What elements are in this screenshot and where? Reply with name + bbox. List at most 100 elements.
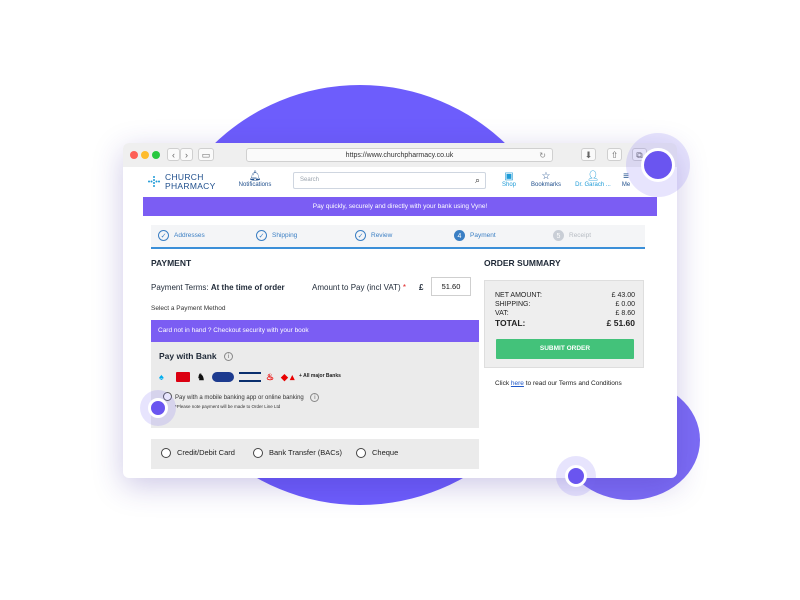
payment-terms-label: Payment Terms: xyxy=(151,283,209,292)
barclays-eagle-icon: ♠ xyxy=(159,372,164,382)
logo-line-2: PHARMACY xyxy=(165,181,216,191)
mobile-banking-label: Pay with a mobile banking app or online … xyxy=(175,395,304,402)
nationwide-logo-icon xyxy=(239,372,261,382)
vat-value: £ 8.60 xyxy=(615,310,635,317)
step-payment[interactable]: 4 Payment xyxy=(454,229,496,242)
url-text: https://www.churchpharmacy.co.uk xyxy=(345,152,454,159)
shop-label: Shop xyxy=(501,182,516,188)
user-icon: 👤︎ xyxy=(586,171,600,182)
payment-note: *Please note payment will be made to Ord… xyxy=(175,404,281,409)
step-label: Receipt xyxy=(569,232,592,239)
info-icon[interactable]: i xyxy=(310,393,320,402)
net-amount-label: NET AMOUNT: xyxy=(495,292,542,299)
amount-label: Amount to Pay (incl VAT) * xyxy=(312,283,406,292)
mobile-banking-option: Pay with a mobile banking app or online … xyxy=(175,393,320,402)
net-amount-row: NET AMOUNT: £ 43.00 xyxy=(495,291,635,300)
step-addresses[interactable]: ✓ Addresses xyxy=(158,229,205,242)
info-icon[interactable]: i xyxy=(224,352,234,362)
order-summary-panel: NET AMOUNT: £ 43.00 SHIPPING: £ 0.00 VAT… xyxy=(484,280,644,368)
back-icon[interactable]: ‹ xyxy=(167,148,180,161)
reload-icon[interactable]: ↻ xyxy=(539,149,546,162)
menu-label: Me xyxy=(621,182,631,188)
browser-window: ‹ › ▭ https://www.churchpharmacy.co.uk ↻… xyxy=(123,143,677,478)
step-label: Addresses xyxy=(174,232,205,239)
vyne-promo-banner: Pay quickly, securely and directly with … xyxy=(143,197,657,216)
payment-heading: PAYMENT xyxy=(151,258,192,268)
minimize-dot[interactable] xyxy=(141,151,149,159)
shipping-value: £ 0.00 xyxy=(615,301,635,308)
pay-with-bank-panel: Pay with Bank i ♠ ♞ ♨ ◆ ▴ + All major Ba… xyxy=(151,342,479,428)
close-dot[interactable] xyxy=(130,151,138,159)
forward-icon[interactable]: › xyxy=(180,148,193,161)
shop-button[interactable]: ▣ Shop xyxy=(497,171,521,188)
submit-order-button[interactable]: SUBMIT ORDER xyxy=(496,339,634,359)
method-credit-debit-card[interactable]: Credit/Debit Card xyxy=(161,448,235,459)
browser-toolbar: ‹ › ▭ https://www.churchpharmacy.co.uk ↻… xyxy=(123,143,677,168)
church-pharmacy-logo[interactable]: CHURCH PHARMACY xyxy=(147,173,227,193)
method-cheque[interactable]: Cheque xyxy=(356,448,398,459)
method-bank-transfer[interactable]: Bank Transfer (BACs) xyxy=(253,448,342,459)
user-account-button[interactable]: 👤︎ Dr. Garach ... xyxy=(572,171,614,188)
sidebar-icon[interactable]: ▭ xyxy=(198,148,214,161)
terms-here-link[interactable]: here xyxy=(511,380,524,387)
user-label: Dr. Garach ... xyxy=(575,182,611,188)
card-not-in-hand-banner[interactable]: Card not in hand ? Checkout security wit… xyxy=(151,320,479,342)
check-icon: ✓ xyxy=(256,229,267,241)
shipping-label: SHIPPING: xyxy=(495,301,531,308)
net-amount-value: £ 43.00 xyxy=(611,292,635,299)
select-method-label: Select a Payment Method xyxy=(151,305,226,312)
bookmarks-label: Bookmarks xyxy=(530,182,561,188)
step-label: Review xyxy=(371,232,393,239)
notifications-label: Notifications xyxy=(238,182,272,188)
step-number: 5 xyxy=(553,229,564,241)
all-major-banks-label: + All major Banks xyxy=(299,373,341,379)
method-label: Credit/Debit Card xyxy=(177,448,235,457)
credit-card-radio[interactable] xyxy=(161,448,171,459)
santander-flame-icon: ♨ xyxy=(266,372,275,382)
bell-icon: 🔔︎ xyxy=(248,171,262,182)
payment-terms-value: At the time of order xyxy=(210,283,285,292)
maximize-dot[interactable] xyxy=(152,151,160,159)
vat-label: VAT: xyxy=(495,310,509,317)
search-input[interactable]: Search ⌕ xyxy=(293,172,486,189)
amount-input[interactable]: 51.60 xyxy=(431,277,471,296)
total-label: TOTAL: xyxy=(495,318,526,328)
cheque-radio[interactable] xyxy=(356,448,366,459)
notifications-button[interactable]: 🔔︎ Notifications xyxy=(235,171,275,188)
bank-transfer-radio[interactable] xyxy=(253,448,263,459)
step-receipt: 5 Receipt xyxy=(553,229,591,242)
step-number: 4 xyxy=(454,229,465,241)
bookmarks-button[interactable]: ☆ Bookmarks xyxy=(527,171,565,188)
amount-label-text: Amount to Pay (incl VAT) xyxy=(312,283,401,292)
download-icon[interactable]: ⬇ xyxy=(581,148,596,161)
check-icon: ✓ xyxy=(158,229,169,241)
step-review[interactable]: ✓ Review xyxy=(355,229,392,242)
payment-terms: Payment Terms: At the time of order xyxy=(151,283,285,292)
step-label: Payment xyxy=(470,232,496,239)
pay-with-bank-title: Pay with Bank i xyxy=(159,351,234,362)
logo-text: CHURCH PHARMACY xyxy=(165,173,216,191)
star-icon: ☆ xyxy=(541,171,551,182)
check-icon: ✓ xyxy=(355,229,366,241)
method-label: Bank Transfer (BACs) xyxy=(269,448,342,457)
terms-post-text: to read our Terms and Conditions xyxy=(525,380,622,387)
hsbc-logo-icon xyxy=(176,372,190,382)
step-shipping[interactable]: ✓ Shipping xyxy=(256,229,297,242)
pay-with-bank-label: Pay with Bank xyxy=(159,351,217,361)
search-placeholder: Search xyxy=(300,177,320,183)
currency-symbol: £ xyxy=(419,283,424,292)
address-bar[interactable]: https://www.churchpharmacy.co.uk ↻ xyxy=(246,148,553,162)
total-row: TOTAL: £ 51.60 xyxy=(495,319,635,328)
search-icon[interactable]: ⌕ xyxy=(475,175,480,186)
total-value: £ 51.60 xyxy=(606,318,635,328)
natwest-cube-icon: ◆ xyxy=(281,372,288,382)
shipping-row: SHIPPING: £ 0.00 xyxy=(495,300,635,309)
logo-cross-icon xyxy=(148,176,160,187)
order-summary-heading: ORDER SUMMARY xyxy=(484,258,561,268)
decorative-dot xyxy=(565,465,587,487)
required-mark: * xyxy=(402,283,406,292)
tsb-logo-icon xyxy=(212,372,234,382)
shop-bag-icon: ▣ xyxy=(504,171,514,182)
vat-row: VAT: £ 8.60 xyxy=(495,309,635,318)
share-icon[interactable]: ⇧ xyxy=(607,148,622,161)
